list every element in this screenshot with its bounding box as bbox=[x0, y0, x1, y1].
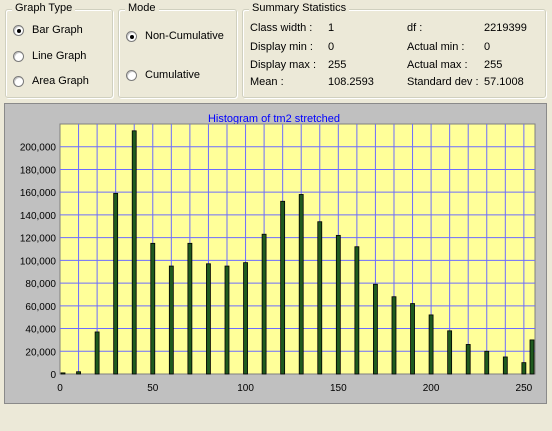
histogram-chart-panel: Histogram of tm2 stretched 0 20,000 40,000… bbox=[4, 103, 547, 404]
df-label: df : bbox=[407, 22, 423, 34]
bar-graph-label: Bar Graph bbox=[32, 24, 83, 36]
y-tick-label: 100,000 bbox=[20, 256, 57, 267]
mode-title: Mode bbox=[125, 2, 159, 14]
x-tick-label: 0 bbox=[57, 383, 63, 394]
histogram-bar bbox=[280, 200, 286, 375]
histogram-bar bbox=[113, 192, 119, 375]
line-graph-radio[interactable] bbox=[13, 50, 24, 62]
histogram-bar bbox=[335, 234, 341, 375]
area-graph-label: Area Graph bbox=[32, 75, 89, 87]
histogram-bar bbox=[168, 265, 174, 375]
line-graph-option[interactable]: Line Graph bbox=[13, 49, 86, 63]
histogram-bar bbox=[529, 339, 535, 375]
y-tick-label: 20,000 bbox=[25, 347, 56, 358]
histogram-bar bbox=[354, 246, 360, 375]
plot-area bbox=[59, 123, 536, 375]
display-max-label: Display max : bbox=[250, 59, 317, 71]
y-tick-label: 80,000 bbox=[25, 279, 56, 290]
non-cumulative-option[interactable]: Non-Cumulative bbox=[126, 29, 224, 43]
histogram-chart: Histogram of tm2 stretched 0 20,000 40,000… bbox=[20, 113, 536, 394]
histogram-bar bbox=[502, 356, 508, 375]
line-graph-label: Line Graph bbox=[32, 50, 87, 62]
standard-dev-label: Standard dev : bbox=[407, 76, 479, 88]
summary-statistics-group: Summary Statistics Class width : 1 Displ… bbox=[242, 2, 546, 98]
histogram-bar bbox=[60, 372, 66, 375]
histogram-bar bbox=[484, 350, 490, 375]
y-tick-label: 140,000 bbox=[20, 211, 57, 222]
cumulative-label: Cumulative bbox=[145, 69, 201, 81]
summary-statistics-title: Summary Statistics bbox=[249, 2, 350, 14]
histogram-bar bbox=[243, 262, 248, 375]
histogram-bar bbox=[391, 296, 397, 375]
y-tick-label: 120,000 bbox=[20, 234, 57, 245]
histogram-bar bbox=[410, 303, 415, 375]
histogram-bar bbox=[465, 344, 471, 375]
display-min-label: Display min : bbox=[250, 41, 313, 53]
histogram-bar bbox=[261, 233, 267, 375]
y-tick-label: 160,000 bbox=[20, 188, 57, 199]
df-value: 2219399 bbox=[484, 22, 527, 34]
histogram-bar bbox=[298, 194, 304, 375]
mode-group: Mode Non-Cumulative Cumulative bbox=[118, 2, 237, 98]
histogram-bar bbox=[150, 242, 156, 375]
histogram-bar bbox=[94, 331, 100, 375]
histogram-bar bbox=[131, 130, 137, 375]
y-tick-label: 40,000 bbox=[25, 325, 56, 336]
y-tick-label: 200,000 bbox=[20, 143, 57, 154]
histogram-bar bbox=[428, 314, 434, 375]
mean-value: 108.2593 bbox=[328, 76, 374, 88]
x-tick-label: 200 bbox=[423, 383, 440, 394]
graph-type-title: Graph Type bbox=[12, 2, 76, 14]
display-min-value: 0 bbox=[328, 41, 335, 53]
cumulative-radio[interactable] bbox=[126, 69, 137, 81]
actual-min-label: Actual min : bbox=[407, 41, 465, 53]
bar-graph-radio[interactable] bbox=[13, 24, 24, 36]
histogram-bar bbox=[76, 371, 81, 375]
x-tick-label: 250 bbox=[516, 383, 533, 394]
cumulative-option[interactable]: Cumulative bbox=[126, 68, 200, 82]
area-graph-option[interactable]: Area Graph bbox=[13, 74, 89, 88]
area-graph-radio[interactable] bbox=[13, 75, 24, 87]
non-cumulative-radio[interactable] bbox=[126, 30, 137, 42]
display-max-value: 255 bbox=[328, 59, 347, 71]
y-tick-label: 0 bbox=[50, 370, 56, 381]
x-tick-label: 50 bbox=[147, 383, 159, 394]
actual-max-label: Actual max : bbox=[407, 59, 468, 71]
histogram-bar bbox=[224, 265, 230, 375]
actual-min-value: 0 bbox=[484, 41, 491, 53]
graph-type-group: Graph Type Bar Graph Line Graph Area Gra… bbox=[5, 2, 113, 98]
histogram-bar bbox=[447, 330, 453, 375]
y-tick-label: 180,000 bbox=[20, 165, 57, 176]
bar-graph-option[interactable]: Bar Graph bbox=[13, 23, 83, 37]
x-tick-label: 150 bbox=[330, 383, 347, 394]
histogram-bar bbox=[317, 221, 323, 375]
mean-label: Mean : bbox=[250, 76, 284, 88]
standard-dev-value: 57.1008 bbox=[484, 76, 524, 88]
class-width-label: Class width : bbox=[250, 22, 313, 34]
histogram-bar bbox=[373, 283, 378, 375]
histogram-bar bbox=[206, 263, 211, 375]
histogram-bar bbox=[521, 362, 527, 375]
actual-max-value: 255 bbox=[484, 59, 503, 71]
chart-title: Histogram of tm2 stretched bbox=[208, 113, 340, 125]
class-width-value: 1 bbox=[328, 22, 335, 34]
histogram-bar bbox=[187, 242, 193, 375]
x-tick-label: 100 bbox=[237, 383, 254, 394]
y-tick-label: 60,000 bbox=[25, 302, 56, 313]
non-cumulative-label: Non-Cumulative bbox=[145, 30, 224, 42]
